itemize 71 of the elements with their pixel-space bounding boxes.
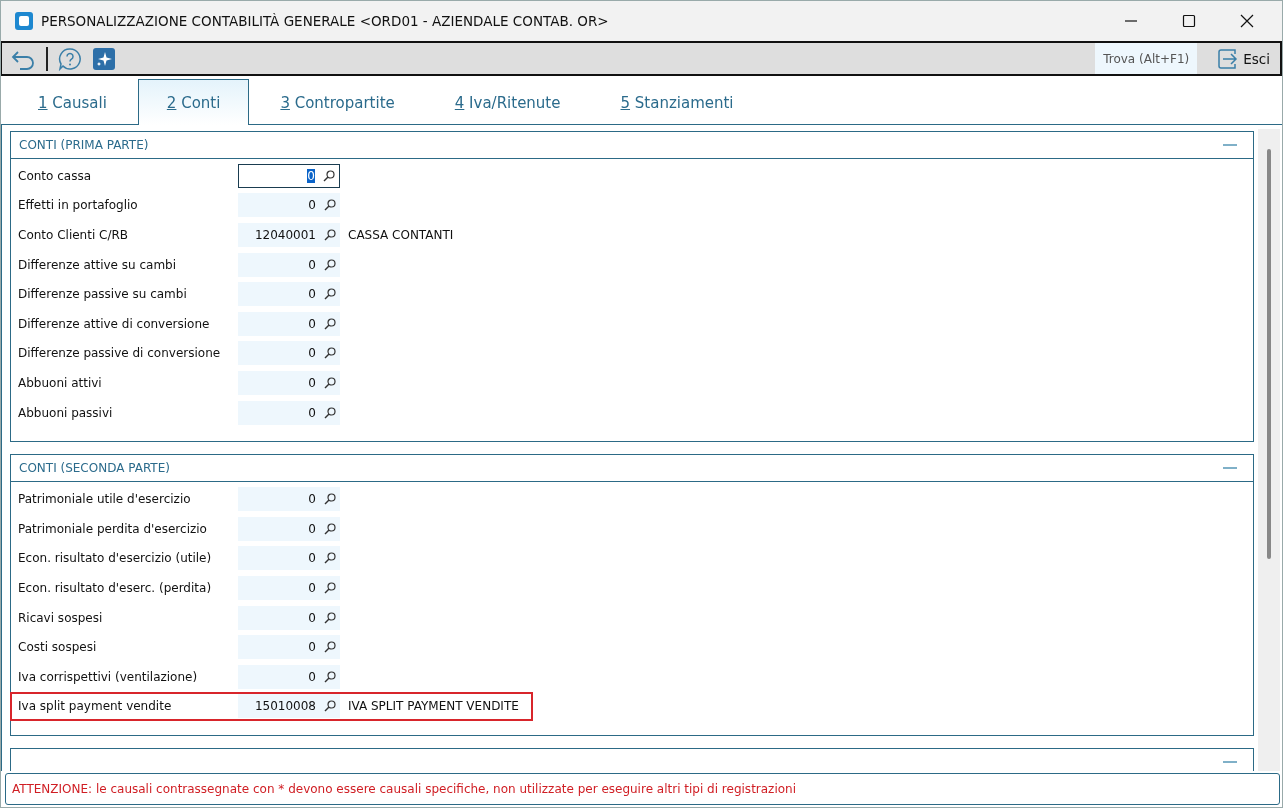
account-field[interactable]: 0 [238, 546, 340, 571]
field-label: Conto cassa [17, 168, 92, 183]
field-label: Conto Clienti C/RB [17, 228, 130, 242]
field-label: Iva corrispettivi (ventilazione) [17, 669, 199, 684]
search-icon[interactable] [323, 169, 335, 182]
tab[interactable]: 5 Stanziamenti [591, 80, 763, 125]
search-icon[interactable] [324, 288, 336, 301]
search-icon[interactable] [324, 258, 336, 271]
account-field[interactable]: 0 [238, 487, 340, 512]
tab[interactable]: 3 Contropartite [251, 80, 424, 125]
tab[interactable]: 1 Causali [9, 80, 136, 125]
field-label: Iva split payment vendite [17, 699, 173, 714]
field-label: Differenze passive di conversione [17, 346, 222, 361]
tab[interactable]: 2 Conti [137, 79, 250, 125]
field-label: Effetti in portafoglio [17, 198, 139, 213]
exit-button[interactable]: Esci [1207, 43, 1280, 74]
search-icon[interactable] [324, 581, 336, 594]
account-field[interactable]: 0 [238, 605, 340, 630]
account-field[interactable]: 0 [238, 370, 340, 395]
search-icon[interactable] [324, 700, 336, 713]
tab[interactable]: 4 Iva/Ritenute [425, 80, 590, 125]
account-field[interactable]: 12040001 [238, 223, 340, 247]
close-icon[interactable] [1240, 14, 1254, 28]
maximize-icon[interactable] [1182, 14, 1196, 28]
search-icon[interactable] [324, 611, 336, 624]
help-icon[interactable] [58, 46, 82, 71]
search-icon[interactable] [324, 670, 336, 683]
field-label: Differenze attive di conversione [17, 316, 211, 331]
field-label: Differenze passive su cambi [17, 287, 188, 302]
field-label: Ricavi sospesi [17, 610, 104, 625]
account-description: CASSA CONTANTI [348, 228, 454, 242]
search-icon[interactable] [324, 376, 336, 389]
field-label: Abbuoni attivi [17, 375, 103, 390]
search-icon[interactable] [324, 522, 336, 535]
field-label: Econ. risultato d'esercizio (utile) [17, 551, 213, 566]
account-field[interactable]: 0 [238, 664, 340, 689]
field-label: Patrimoniale perdita d'esercizio [17, 521, 208, 536]
account-field[interactable]: 0 [238, 400, 340, 425]
account-field[interactable]: 0 [238, 193, 340, 218]
account-field[interactable]: 0 [238, 282, 340, 307]
search-icon[interactable] [324, 493, 336, 506]
sparkle-icon[interactable] [92, 46, 116, 71]
account-field[interactable]: 0 [238, 341, 340, 366]
account-field[interactable]: 0 [238, 311, 340, 336]
search-icon[interactable] [324, 347, 336, 360]
status-message: ATTENZIONE: le causali contrassegnate con * devono essere causali specifiche, non utilizzate per eseguire altri tipi di registrazioni [5, 773, 1280, 805]
app-icon [15, 12, 33, 30]
account-field[interactable]: 0 [238, 252, 340, 277]
field-label: Econ. risultato d'eserc. (perdita) [17, 580, 213, 595]
search-icon[interactable] [324, 229, 336, 241]
window-title: PERSONALIZZAZIONE CONTABILITÀ GENERALE <ORD01 - AZIENDALE CONTAB. OR> [41, 13, 609, 29]
exit-icon [1217, 47, 1240, 70]
scrollbar[interactable] [1258, 129, 1280, 771]
search-icon[interactable] [324, 552, 336, 565]
search-icon[interactable] [324, 406, 336, 419]
search-icon[interactable] [324, 317, 336, 330]
field-label: Costi sospesi [17, 640, 98, 655]
search-icon[interactable] [324, 199, 336, 212]
field-label: Patrimoniale utile d'esercizio [17, 492, 192, 507]
find-button[interactable]: Trova (Alt+F1) [1095, 43, 1198, 74]
account-field[interactable]: 0 [238, 575, 340, 600]
account-description: IVA SPLIT PAYMENT VENDITE [348, 699, 519, 714]
section-title: CONTI (PRIMA PARTE) [19, 138, 149, 152]
section-title: CONTI (SECONDA PARTE) [19, 461, 170, 476]
account-field[interactable]: 15010008 [238, 694, 340, 719]
field-label: Abbuoni passivi [17, 405, 114, 420]
account-field[interactable]: 0 [238, 516, 340, 541]
search-icon[interactable] [324, 641, 336, 654]
field-label: Differenze attive su cambi [17, 257, 178, 272]
account-field[interactable]: 0 [238, 635, 340, 660]
account-field[interactable]: 0 [238, 163, 340, 188]
